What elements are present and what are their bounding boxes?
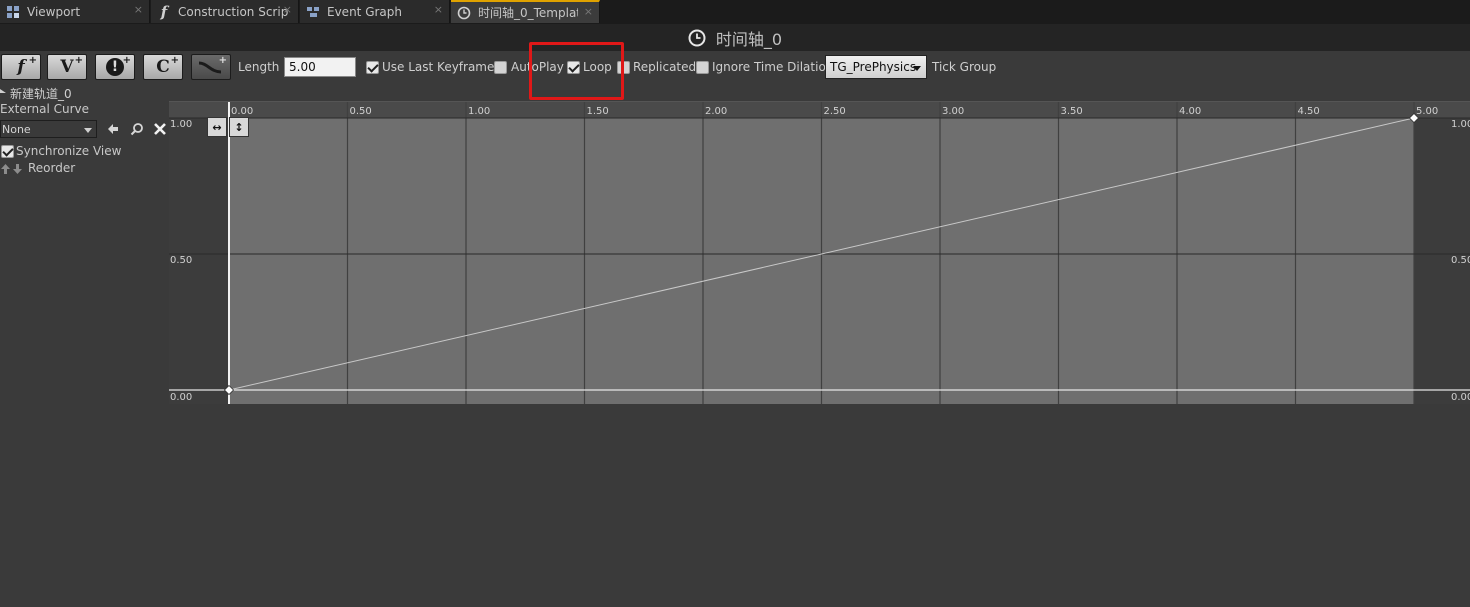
tab-event-graph[interactable]: Event Graph × xyxy=(300,0,450,23)
arrow-down-icon[interactable] xyxy=(12,162,23,176)
add-event-track-button[interactable]: ! + xyxy=(95,54,135,80)
color-track-icon: C xyxy=(156,57,170,77)
clear-close-icon[interactable] xyxy=(153,122,167,136)
replicated-checkbox[interactable] xyxy=(617,61,630,74)
length-label: Length xyxy=(238,60,280,74)
tab-label: Viewport xyxy=(27,4,81,19)
tick-group-dropdown[interactable]: TG_PrePhysics xyxy=(825,55,927,79)
chevron-down-icon xyxy=(913,66,921,71)
ignore-time-dilation-checkbox[interactable] xyxy=(696,61,709,74)
x-tick-label: 0.50 xyxy=(350,106,372,117)
y-tick-label-left: 1.00 xyxy=(170,119,192,130)
use-selected-arrow-icon[interactable] xyxy=(106,122,120,136)
fit-vertical-icon: ↕ xyxy=(234,120,244,134)
chevron-down-icon xyxy=(84,128,92,133)
use-last-keyframe-checkbox[interactable] xyxy=(366,61,379,74)
close-icon[interactable]: × xyxy=(584,5,593,18)
x-tick-label: 2.50 xyxy=(824,106,846,117)
plus-icon: + xyxy=(122,55,131,66)
reorder-label: Reorder xyxy=(28,161,76,175)
browse-search-icon[interactable] xyxy=(130,122,144,136)
event-track-icon: ! xyxy=(106,58,124,76)
y-tick-label-right: 0.50 xyxy=(1451,255,1470,266)
timeline-toolbar: f + V + ! + C + + Length Use Last Keyfra… xyxy=(0,51,1470,83)
function-icon: f xyxy=(160,2,168,21)
close-icon[interactable]: × xyxy=(434,3,443,16)
track-options-panel: External Curve None Synchronize View Reo… xyxy=(0,100,168,410)
tab-bar: Viewport × f Construction Scrip × Event … xyxy=(0,0,1470,25)
clock-icon xyxy=(456,5,472,21)
clock-icon xyxy=(688,29,706,46)
add-vector-track-button[interactable]: V + xyxy=(47,54,87,80)
x-tick-label: 4.00 xyxy=(1179,106,1201,117)
tab-timeline-template[interactable]: 时间轴_0_Template × xyxy=(451,0,600,23)
add-float-track-button[interactable]: f + xyxy=(1,54,41,80)
loop-label: Loop xyxy=(583,60,612,74)
autoplay-label: AutoPlay xyxy=(511,60,564,74)
plus-icon: + xyxy=(170,55,179,66)
plus-icon: + xyxy=(218,55,227,66)
external-curve-value: None xyxy=(2,123,31,136)
length-input[interactable] xyxy=(284,57,356,77)
external-curve-select[interactable]: None xyxy=(0,120,97,138)
plus-icon: + xyxy=(74,55,83,66)
autoplay-checkbox[interactable] xyxy=(494,61,507,74)
x-tick-label: 5.00 xyxy=(1416,106,1438,117)
timeline-title: 时间轴_0 xyxy=(715,29,783,49)
x-tick-label: 3.50 xyxy=(1061,106,1083,117)
y-tick-label-left: 0.00 xyxy=(170,392,192,403)
ignore-time-dilation-label: Ignore Time Dilation xyxy=(712,60,834,74)
tick-group-label: Tick Group xyxy=(932,60,997,74)
tab-viewport[interactable]: Viewport × xyxy=(0,0,150,23)
synchronize-view-checkbox[interactable] xyxy=(1,145,14,158)
tab-label: 时间轴_0_Template xyxy=(478,6,578,20)
plus-icon: + xyxy=(28,55,37,66)
curve-graph[interactable]: 0.00 0.50 1.00 1.50 2.00 2.50 3.00 3.50 4.00 4.50… xyxy=(169,101,1470,404)
x-tick-label: 0.00 xyxy=(231,106,253,117)
x-tick-label: 1.50 xyxy=(587,106,609,117)
x-tick-label: 1.00 xyxy=(468,106,490,117)
replicated-label: Replicated xyxy=(633,60,697,74)
tab-construction-script[interactable]: f Construction Scrip × xyxy=(151,0,299,23)
y-tick-label-left: 0.50 xyxy=(170,255,192,266)
y-tick-label-right: 1.00 xyxy=(1451,119,1470,130)
curve-graph-canvas[interactable]: 0.00 0.50 1.00 1.50 2.00 2.50 3.00 3.50 4.00 4.50… xyxy=(169,102,1470,404)
collapse-icon[interactable] xyxy=(0,89,6,93)
add-color-track-button[interactable]: C + xyxy=(143,54,183,80)
event-graph-icon xyxy=(305,4,321,20)
close-icon[interactable]: × xyxy=(283,3,292,16)
synchronize-view-label: Synchronize View xyxy=(16,144,122,158)
fit-horizontal-button[interactable]: ↔ xyxy=(207,117,227,137)
use-last-keyframe-label: Use Last Keyframe? xyxy=(382,60,501,74)
arrow-up-icon[interactable] xyxy=(0,162,11,176)
close-icon[interactable]: × xyxy=(134,3,143,16)
viewport-icon xyxy=(5,4,21,20)
float-track-icon: f xyxy=(17,57,25,77)
add-external-curve-button[interactable]: + xyxy=(191,54,231,80)
timeline-title-bar: 时间轴_0 xyxy=(0,24,1470,51)
track-header[interactable]: 新建轨道_0 xyxy=(0,84,1470,101)
fit-horizontal-icon: ↔ xyxy=(212,120,222,134)
x-tick-label: 3.00 xyxy=(942,106,964,117)
x-tick-label: 2.00 xyxy=(705,106,727,117)
y-tick-label-right: 0.00 xyxy=(1451,392,1470,403)
x-tick-label: 4.50 xyxy=(1298,106,1320,117)
loop-checkbox[interactable] xyxy=(567,61,580,74)
tick-group-value: TG_PrePhysics xyxy=(830,60,917,74)
tab-label: Construction Scrip xyxy=(178,4,289,19)
vector-track-icon: V xyxy=(60,57,74,77)
fit-vertical-button[interactable]: ↕ xyxy=(229,117,249,137)
external-curve-label: External Curve xyxy=(0,102,90,116)
tab-label: Event Graph xyxy=(327,4,402,19)
